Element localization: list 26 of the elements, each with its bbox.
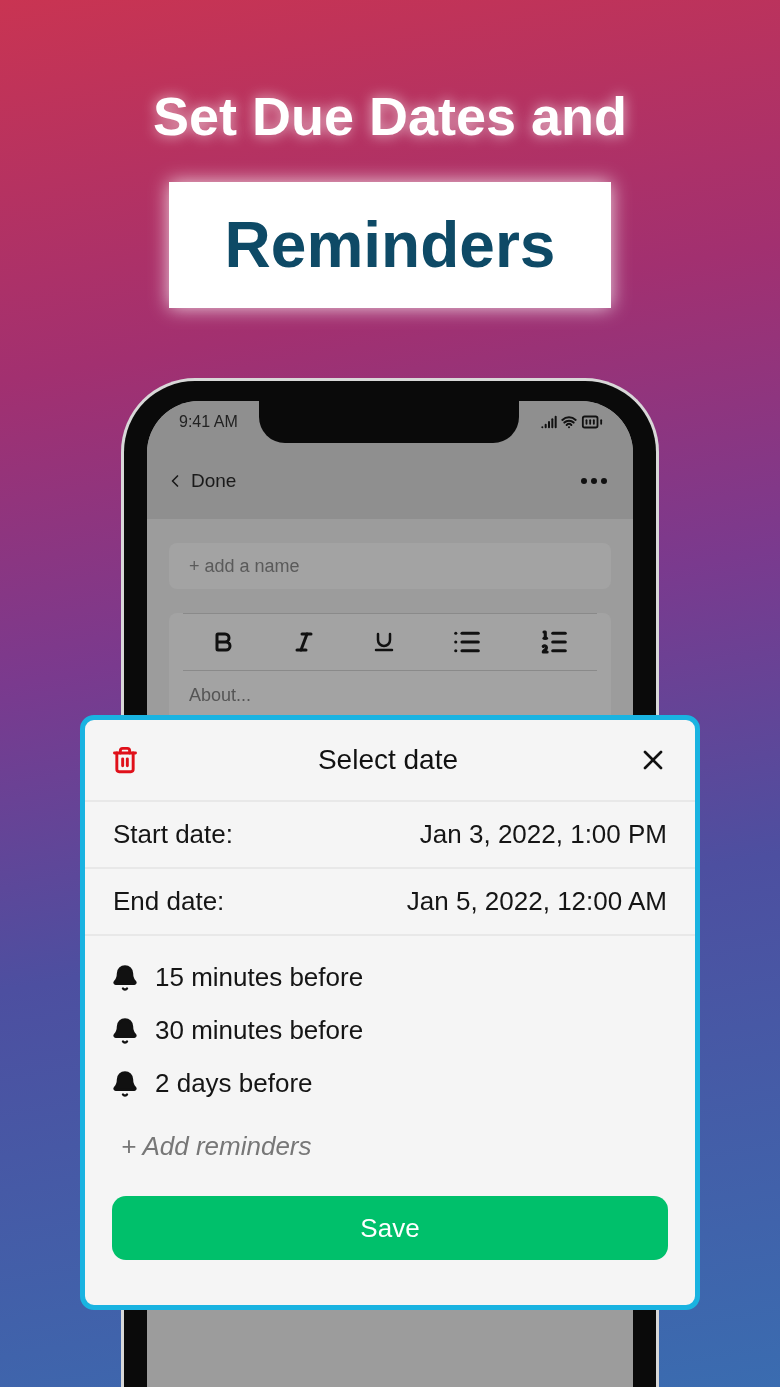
headline: Set Due Dates and bbox=[152, 85, 628, 148]
delete-button[interactable] bbox=[111, 746, 139, 774]
date-row[interactable]: Start date: Jan 3, 2022, 1:00 PM bbox=[85, 802, 695, 869]
bell-icon bbox=[111, 1016, 139, 1045]
date-value: Jan 3, 2022, 1:00 PM bbox=[419, 819, 667, 850]
more-icon bbox=[581, 478, 607, 484]
trash-icon bbox=[111, 746, 139, 774]
reminder-label: 2 days before bbox=[155, 1068, 313, 1099]
wifi-icon bbox=[561, 414, 577, 430]
bell-icon bbox=[111, 1069, 139, 1098]
signal-icon bbox=[541, 414, 557, 430]
date-row[interactable]: End date: Jan 5, 2022, 12:00 AM bbox=[85, 869, 695, 936]
bell-icon bbox=[111, 963, 139, 992]
reminder-label: 15 minutes before bbox=[155, 962, 364, 993]
back-button[interactable]: Done bbox=[165, 470, 237, 492]
date-label: End date: bbox=[113, 886, 225, 917]
date-label: Start date: bbox=[113, 819, 233, 850]
reminder-label: 30 minutes before bbox=[155, 1015, 364, 1046]
date-value: Jan 5, 2022, 12:00 AM bbox=[406, 886, 667, 917]
status-time: 9:41 AM bbox=[179, 413, 238, 431]
add-reminders-link[interactable]: + Add reminders bbox=[121, 1131, 312, 1162]
notes-field[interactable]: About... bbox=[183, 685, 597, 715]
dialog-title: Select date bbox=[317, 744, 459, 776]
headline-banner: Reminders bbox=[169, 182, 611, 308]
name-field[interactable]: + add a name bbox=[169, 543, 611, 589]
more-button[interactable] bbox=[581, 478, 607, 484]
